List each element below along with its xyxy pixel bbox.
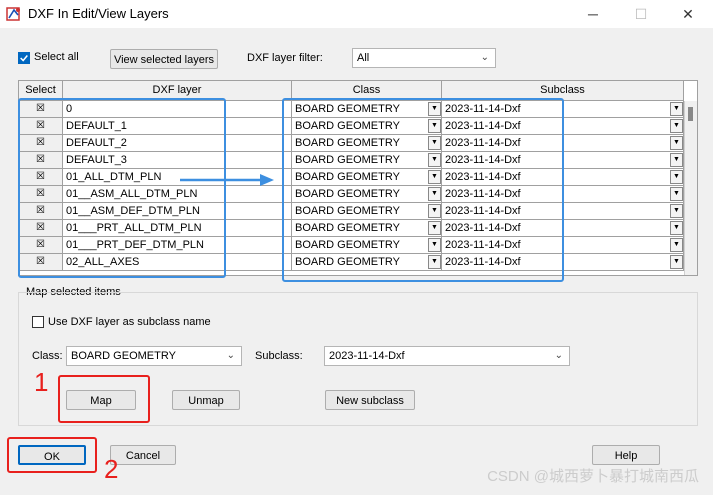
select-all-checkbox[interactable]	[18, 52, 30, 64]
scrollbar-thumb[interactable]	[688, 107, 693, 121]
dropdown-arrow-icon[interactable]: ▼	[670, 204, 683, 218]
maximize-button[interactable]: ☐	[621, 0, 661, 28]
dxf-layer-filter-value: All	[357, 52, 370, 64]
dropdown-arrow-icon[interactable]: ▼	[670, 153, 683, 167]
subclass-label: Subclass:	[255, 350, 303, 362]
title-bar: DXF In Edit/View Layers ─ ☐ ✕	[0, 0, 713, 28]
use-dxf-layer-checkbox[interactable]	[32, 316, 44, 328]
chevron-down-icon: ⌄	[480, 52, 489, 63]
dxf-layer-filter-label: DXF layer filter:	[247, 52, 323, 64]
dialog-window: DXF In Edit/View Layers ─ ☐ ✕ Select all…	[0, 0, 713, 495]
arrow-right-icon	[180, 174, 274, 186]
dropdown-arrow-icon[interactable]: ▼	[670, 102, 683, 116]
new-subclass-button[interactable]: New subclass	[325, 390, 415, 410]
close-button[interactable]: ✕	[668, 0, 708, 28]
map-button-highlight	[58, 375, 150, 423]
select-all-label: Select all	[34, 51, 79, 63]
view-selected-layers-button[interactable]: View selected layers	[110, 49, 218, 69]
use-dxf-layer-label: Use DXF layer as subclass name	[48, 316, 211, 328]
dxf-layer-filter-select[interactable]: All ⌄	[352, 48, 496, 68]
subclass-select-value: 2023-11-14-Dxf	[329, 350, 405, 362]
chevron-down-icon: ⌄	[226, 350, 235, 361]
dropdown-arrow-icon[interactable]: ▼	[670, 221, 683, 235]
dropdown-arrow-icon[interactable]: ▼	[670, 238, 683, 252]
watermark: CSDN @城西萝卜暴打城南西瓜	[487, 468, 699, 485]
step-2-number: 2	[104, 454, 119, 484]
subclass-select[interactable]: 2023-11-14-Dxf ⌄	[324, 346, 570, 366]
cancel-button[interactable]: Cancel	[110, 445, 176, 465]
step-1-number: 1	[34, 367, 49, 397]
dropdown-arrow-icon[interactable]: ▼	[670, 187, 683, 201]
window-title: DXF In Edit/View Layers	[28, 6, 169, 21]
dropdown-arrow-icon[interactable]: ▼	[670, 170, 683, 184]
app-icon	[6, 7, 20, 21]
class-label: Class:	[32, 350, 63, 362]
class-select[interactable]: BOARD GEOMETRY ⌄	[66, 346, 242, 366]
ok-button-highlight	[7, 437, 97, 473]
dropdown-arrow-icon[interactable]: ▼	[670, 255, 683, 269]
grid-scrollbar[interactable]	[684, 101, 697, 275]
class-select-value: BOARD GEOMETRY	[71, 350, 176, 362]
unmap-button[interactable]: Unmap	[172, 390, 240, 410]
class-subclass-highlight	[282, 98, 564, 282]
dropdown-arrow-icon[interactable]: ▼	[670, 136, 683, 150]
chevron-down-icon: ⌄	[554, 350, 563, 361]
help-button[interactable]: Help	[592, 445, 660, 465]
minimize-button[interactable]: ─	[573, 0, 613, 28]
checkmark-icon	[20, 55, 28, 62]
dropdown-arrow-icon[interactable]: ▼	[670, 119, 683, 133]
dxf-layer-highlight	[18, 98, 226, 278]
